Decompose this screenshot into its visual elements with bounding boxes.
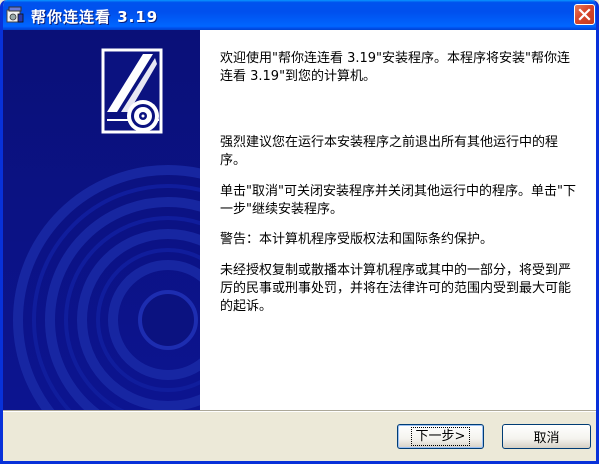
title-bar[interactable]: 帮你连连看 3.19 <box>3 0 596 30</box>
recommendation-text: 强烈建议您在运行本安装程序之前退出所有其他运行中的程序。 <box>220 135 559 168</box>
legal-text: 未经授权复制或散播本计算机程序或其中的一部分，将受到严厉的民事或刑事处罚，并将在… <box>220 263 572 314</box>
installer-disc-graphic <box>3 30 200 410</box>
button-bar: 下一步> 取消 <box>3 412 596 461</box>
cancel-button-label: 取消 <box>533 431 560 446</box>
content-panel: 欢迎使用"帮你连连看 3.19"安装程序。本程序将安装"帮你连连看 3.19"到… <box>200 30 596 410</box>
close-button[interactable] <box>574 4 595 25</box>
installer-banner <box>3 30 200 410</box>
next-button[interactable]: 下一步> <box>397 424 484 449</box>
installer-window: 帮你连连看 3.19 欢迎使用"帮你连连看 3.19"安装程序。本程序将安装"帮… <box>0 0 599 464</box>
window-title: 帮你连连看 3.19 <box>31 8 159 26</box>
cancel-button[interactable]: 取消 <box>502 424 591 449</box>
instructions-text: 单击"取消"可关闭安装程序并关闭其他运行中的程序。单击"下一步"继续安装程序。 <box>220 184 576 217</box>
warning-text: 警告：本计算机程序受版权法和国际条约保护。 <box>220 232 494 247</box>
welcome-text: 欢迎使用"帮你连连看 3.19"安装程序。本程序将安装"帮你连连看 3.19"到… <box>220 51 571 84</box>
next-button-label: 下一步> <box>410 427 471 446</box>
installer-app-icon <box>6 6 24 23</box>
close-icon <box>578 8 591 21</box>
